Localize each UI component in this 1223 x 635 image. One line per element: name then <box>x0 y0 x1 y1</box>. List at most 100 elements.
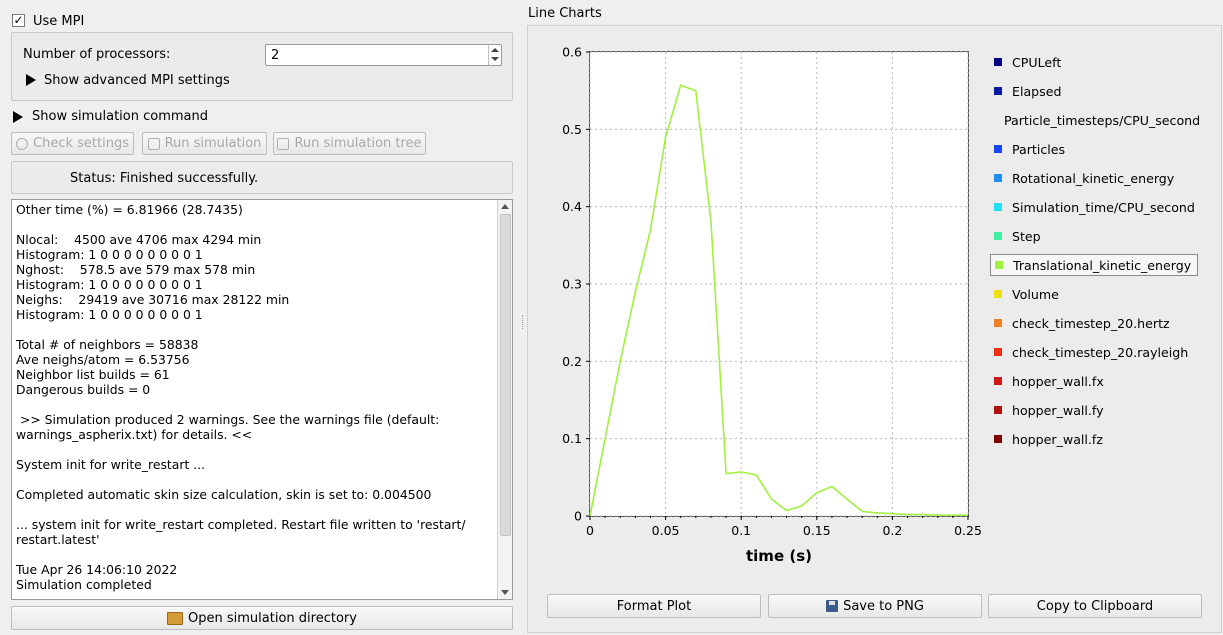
legend-swatch <box>994 377 1002 385</box>
legend-item[interactable]: Simulation_time/CPU_second <box>990 196 1198 218</box>
legend-swatch <box>994 174 1002 182</box>
check-settings-label: Check settings <box>33 136 129 151</box>
log-line: restart.latest' <box>16 532 100 547</box>
y-tick-label: 0.2 <box>562 354 582 369</box>
run-tree-button[interactable]: Run simulation tree <box>273 132 426 155</box>
folder-icon <box>167 611 184 625</box>
y-tick-label: 0.1 <box>562 431 582 446</box>
legend-item[interactable]: check_timestep_20.rayleigh <box>990 341 1198 363</box>
legend-swatch <box>994 87 1002 95</box>
splitter-handle[interactable] <box>522 315 525 329</box>
legend-label: Rotational_kinetic_energy <box>1012 170 1175 186</box>
log-line: Ave neighs/atom = 6.53756 <box>16 352 190 367</box>
log-line: Total # of neighbors = 58838 <box>16 337 199 352</box>
expand-command-icon[interactable] <box>13 111 23 123</box>
legend-label: Particle_timesteps/CPU_second <box>1004 112 1201 128</box>
chart-panel-title: Line Charts <box>528 6 602 21</box>
legend-label: hopper_wall.fz <box>1012 431 1103 447</box>
log-line: Dangerous builds = 0 <box>16 382 151 397</box>
legend-item[interactable]: Rotational_kinetic_energy <box>990 167 1198 189</box>
legend-swatch <box>994 406 1002 414</box>
legend-label: CPULeft <box>1012 54 1062 70</box>
log-line: Tue Apr 26 14:06:10 2022 <box>16 562 178 577</box>
legend-item[interactable]: hopper_wall.fx <box>990 370 1198 392</box>
log-line: Other time (%) = 6.81966 (28.7435) <box>16 202 243 217</box>
log-text: Other time (%) = 6.81966 (28.7435) Nloca… <box>16 202 494 592</box>
log-scrollbar[interactable] <box>497 200 512 599</box>
log-line: Nghost: 578.5 ave 579 max 578 min <box>16 262 256 277</box>
format-plot-label: Format Plot <box>616 598 692 614</box>
legend-swatch <box>994 58 1002 66</box>
legend-label: check_timestep_20.rayleigh <box>1012 344 1189 360</box>
log-line: Neighs: 29419 ave 30716 max 28122 min <box>16 292 290 307</box>
log-line: ... system init for write_restart comple… <box>16 517 466 532</box>
advanced-mpi-toggle[interactable]: Show advanced MPI settings <box>44 73 230 88</box>
log-line: Histogram: 1 0 0 0 0 0 0 0 0 1 <box>16 307 203 322</box>
save-png-label: Save to PNG <box>843 598 924 614</box>
copy-clipboard-button[interactable]: Copy to Clipboard <box>988 594 1202 618</box>
tree-icon <box>277 137 290 150</box>
legend-item[interactable]: Elapsed <box>990 80 1198 102</box>
simulation-log[interactable]: Other time (%) = 6.81966 (28.7435) Nloca… <box>11 199 513 600</box>
open-directory-label: Open simulation directory <box>188 610 357 626</box>
legend-label: check_timestep_20.hertz <box>1012 315 1170 331</box>
log-line: Completed automatic skin size calculatio… <box>16 487 432 502</box>
y-tick-label: 0 <box>574 509 582 524</box>
log-line: Nlocal: 4500 ave 4706 max 4294 min <box>16 232 262 247</box>
spin-down-icon[interactable] <box>491 57 499 61</box>
legend-item[interactable]: hopper_wall.fz <box>990 428 1198 450</box>
format-plot-button[interactable]: Format Plot <box>547 594 761 618</box>
legend-swatch <box>995 261 1003 269</box>
open-directory-button[interactable]: Open simulation directory <box>11 606 513 630</box>
scroll-down-icon[interactable] <box>501 590 509 595</box>
log-line: Simulation completed <box>16 577 152 592</box>
x-tick-label: 0.25 <box>954 523 982 538</box>
legend-label: hopper_wall.fx <box>1012 373 1104 389</box>
log-line: warnings_aspherix.txt) for details. << <box>16 427 253 442</box>
legend-label: Elapsed <box>1012 83 1062 99</box>
x-tick-label: 0.15 <box>803 523 831 538</box>
spin-arrows[interactable] <box>488 45 501 65</box>
y-tick-label: 0.3 <box>562 277 582 292</box>
processors-value: 2 <box>271 48 280 63</box>
status-text: Status: Finished successfully. <box>70 171 259 186</box>
run-tree-label: Run simulation tree <box>294 136 422 151</box>
processors-spinbox[interactable]: 2 <box>265 44 502 66</box>
legend-item[interactable]: Translational_kinetic_energy <box>990 254 1198 276</box>
expand-advanced-icon[interactable] <box>26 74 36 86</box>
log-line: Histogram: 1 0 0 0 0 0 0 0 0 1 <box>16 277 203 292</box>
legend-item[interactable]: Step <box>990 225 1198 247</box>
use-mpi-checkbox[interactable]: ✓ <box>12 14 25 27</box>
legend-label: Simulation_time/CPU_second <box>1012 199 1195 215</box>
line-chart: 0 0.05 0.1 0.15 0.2 0.25 0 0.1 0.2 0.3 0.4 0.5 0.6 t… <box>562 45 982 566</box>
scroll-thumb[interactable] <box>500 214 511 536</box>
legend-swatch <box>994 232 1002 240</box>
legend-swatch <box>994 435 1002 443</box>
run-simulation-button[interactable]: Run simulation <box>142 132 267 155</box>
legend-item[interactable]: Particles <box>990 138 1198 160</box>
legend-item[interactable]: Volume <box>990 283 1198 305</box>
x-tick-label: 0.2 <box>882 523 902 538</box>
legend-item[interactable]: Particle_timesteps/CPU_second <box>990 109 1201 131</box>
x-tick-label: 0.05 <box>652 523 680 538</box>
scroll-up-icon[interactable] <box>501 204 509 209</box>
y-tick-label: 0.6 <box>562 45 582 60</box>
save-png-button[interactable]: Save to PNG <box>768 594 982 618</box>
legend-item[interactable]: hopper_wall.fy <box>990 399 1198 421</box>
mpi-settings-panel: Number of processors: 2 Show advanced MP… <box>11 32 513 101</box>
show-command-toggle[interactable]: Show simulation command <box>32 109 208 124</box>
spin-up-icon[interactable] <box>491 48 499 52</box>
legend-swatch <box>994 348 1002 356</box>
use-mpi-label: Use MPI <box>33 14 85 29</box>
legend-item[interactable]: check_timestep_20.hertz <box>990 312 1198 334</box>
check-settings-button[interactable]: Check settings <box>11 132 134 155</box>
log-line: Histogram: 1 0 0 0 0 0 0 0 0 1 <box>16 247 203 262</box>
x-tick-label: 0 <box>586 523 594 538</box>
legend-item[interactable]: CPULeft <box>990 51 1198 73</box>
log-line: Neighbor list builds = 61 <box>16 367 170 382</box>
